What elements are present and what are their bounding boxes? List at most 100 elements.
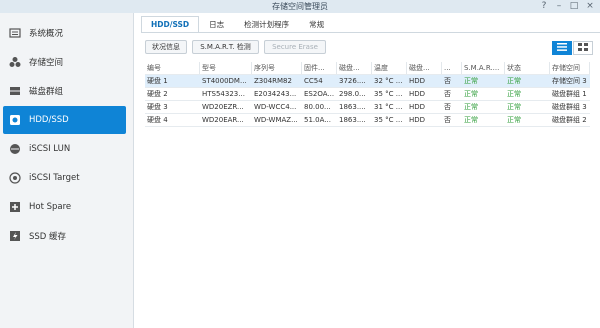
table-row[interactable]: 硬盘 1 ST4000DM... Z304RM82 CC54 3726.... … [145,75,590,88]
column-header[interactable]: 固件... [302,62,337,74]
maximize-button[interactable]: □ [568,0,580,13]
table-cell: ES2OA... [304,90,335,98]
sidebar-item-label: SSD 缓存 [29,232,67,242]
minimize-button[interactable]: – [553,0,565,13]
grid-view-button[interactable] [573,41,593,55]
sidebar-item-label: HDD/SSD [29,115,69,125]
table-cell: 35 °C ... [374,116,403,124]
table-cell: 磁盘群组 3 [552,103,587,111]
table-cell: 磁盘群组 2 [552,116,587,124]
table-cell: 正常 [507,116,521,124]
sidebar-item-label: iSCSI LUN [29,144,71,154]
table-cell: 正常 [464,90,478,98]
table-cell: WD-WMAZ... [254,116,298,124]
disk-table: 编号 型号 序列号 固件... 磁盘... 温度 磁盘... ... S.M.A… [145,62,590,127]
window-title: 存储空间管理员 [272,2,328,11]
table-cell: WD20EZR... [202,103,244,111]
column-header[interactable]: 磁盘... [407,62,442,74]
table-cell: 磁盘群组 1 [552,90,587,98]
main-panel: HDD/SSD 日志 检测计划程序 常规 状况信息 S.M.A.R.T. 检测 … [135,13,600,328]
sidebar-item-hdd-ssd[interactable]: HDD/SSD [3,106,126,134]
table-cell: 硬盘 3 [147,103,168,111]
tab-bar: HDD/SSD 日志 检测计划程序 常规 [141,16,334,32]
table-cell: 正常 [507,90,521,98]
table-cell: 否 [444,116,451,124]
table-row[interactable]: 硬盘 2 HTS54323... E2034243... ES2OA... 29… [145,88,590,101]
tab-log[interactable]: 日志 [199,16,234,32]
smart-test-button[interactable]: S.M.A.R.T. 检测 [192,40,259,54]
sidebar-item-label: Hot Spare [29,202,72,212]
hot-spare-icon [9,201,21,213]
close-button[interactable]: × [584,0,596,13]
window-titlebar: 存储空间管理员 ? – □ × [0,0,600,13]
table-header-row: 编号 型号 序列号 固件... 磁盘... 温度 磁盘... ... S.M.A… [145,62,590,75]
table-cell: 35 °C ... [374,90,403,98]
target-icon [9,172,21,184]
column-header[interactable]: S.M.A.R.... [462,62,505,74]
column-header[interactable]: ... [442,62,462,74]
column-header[interactable]: 存储空间 [550,62,590,74]
status-info-button[interactable]: 状况信息 [145,40,187,54]
sidebar-item-disk-group[interactable]: 磁盘群组 [3,77,126,105]
disk-group-icon [9,85,21,97]
table-cell: 硬盘 1 [147,77,168,85]
table-cell: E2034243... [254,90,297,98]
table-cell: 否 [444,90,451,98]
help-button[interactable]: ? [538,0,550,13]
table-cell: 80.00... [304,103,331,111]
list-view-icon [557,43,567,53]
table-cell: 正常 [464,77,478,85]
ssd-cache-icon [9,230,21,242]
table-cell: 否 [444,77,451,85]
secure-erase-button[interactable]: Secure Erase [264,40,326,54]
table-cell: HDD [409,77,426,85]
tab-general[interactable]: 常规 [299,16,334,32]
table-cell: 否 [444,103,451,111]
table-cell: CC54 [304,77,323,85]
table-cell: 正常 [464,103,478,111]
sidebar-item-overview[interactable]: 系统概况 [3,19,126,47]
storage-icon [9,56,21,68]
sidebar-item-iscsi-target[interactable]: iSCSI Target [3,164,126,192]
sidebar-item-storage[interactable]: 存储空间 [3,48,126,76]
table-cell: 31 °C ... [374,103,403,111]
column-header[interactable]: 温度 [372,62,407,74]
overview-icon [9,27,21,39]
table-cell: HTS54323... [202,90,245,98]
list-view-button[interactable] [552,41,572,55]
sidebar-item-label: iSCSI Target [29,173,80,183]
sidebar-item-label: 存储空间 [29,58,64,68]
table-cell: 正常 [507,103,521,111]
table-cell: WD-WCC4... [254,103,297,111]
sidebar-item-label: 系统概况 [29,29,64,39]
table-cell: 1863.... [339,116,366,124]
grid-view-icon [578,43,588,53]
tab-hdd-ssd[interactable]: HDD/SSD [141,16,200,32]
table-row[interactable]: 硬盘 4 WD20EAR... WD-WMAZ... 51.0A... 1863… [145,114,590,127]
column-header[interactable]: 状态 [505,62,550,74]
tab-divider [141,32,600,33]
hdd-icon [9,114,21,126]
table-cell: 3726.... [339,77,366,85]
table-cell: 1863.... [339,103,366,111]
sidebar-item-ssd-cache[interactable]: SSD 缓存 [3,222,126,250]
table-row[interactable]: 硬盘 3 WD20EZR... WD-WCC4... 80.00... 1863… [145,101,590,114]
table-cell: 硬盘 4 [147,116,168,124]
table-cell: HDD [409,116,426,124]
table-cell: ST4000DM... [202,77,247,85]
table-cell: 存储空间 3 [552,77,587,85]
table-cell: Z304RM82 [254,77,292,85]
column-header[interactable]: 序列号 [252,62,302,74]
column-header[interactable]: 型号 [200,62,252,74]
column-header[interactable]: 磁盘... [337,62,372,74]
table-cell: HDD [409,103,426,111]
table-cell: HDD [409,90,426,98]
table-cell: 正常 [507,77,521,85]
lun-icon [9,143,21,155]
tab-test-scheduler[interactable]: 检测计划程序 [234,16,299,32]
column-header[interactable]: 编号 [145,62,200,74]
table-cell: 51.0A... [304,116,331,124]
sidebar-item-iscsi-lun[interactable]: iSCSI LUN [3,135,126,163]
sidebar-item-hot-spare[interactable]: Hot Spare [3,193,126,221]
table-cell: 298.0... [339,90,366,98]
